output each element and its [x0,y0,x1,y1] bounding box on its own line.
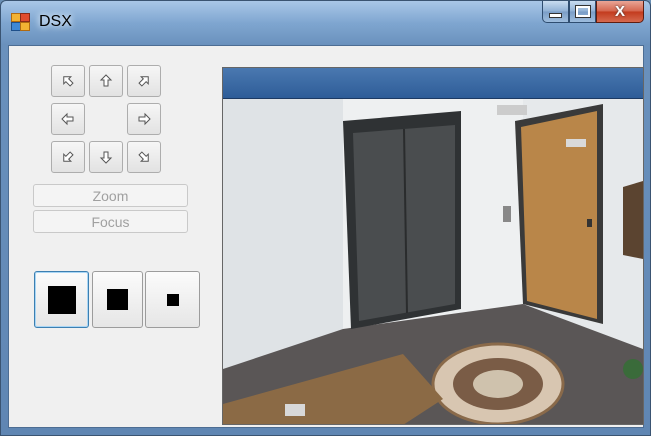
ptz-pad [51,65,169,175]
tilt-up-button[interactable] [89,65,123,97]
pan-down-left-button[interactable] [51,141,85,173]
arrow-up-left-icon [63,76,74,87]
camera-header-bar [223,68,643,99]
zoom-button[interactable]: Zoom [33,184,188,207]
arrow-up-icon [99,74,113,87]
app-icon[interactable] [11,13,31,31]
arrow-left-icon [61,112,74,126]
tilt-down-button[interactable] [89,141,123,173]
pan-up-right-button[interactable] [127,65,161,97]
pan-right-button[interactable] [127,103,161,135]
maximize-icon [574,5,591,18]
pan-left-button[interactable] [51,103,85,135]
arrow-right-icon [138,112,151,126]
minimize-icon [549,13,562,18]
medium-square-icon [107,289,128,310]
client-area: Zoom Focus [8,45,644,428]
arrow-down-icon [99,151,113,164]
maximize-button[interactable] [569,1,596,23]
focus-button[interactable]: Focus [33,210,188,233]
arrow-down-right-icon [138,151,149,162]
arrow-down-left-icon [63,151,74,162]
minimize-button[interactable] [542,1,569,23]
app-window: DSX X Zoom Focus [0,0,651,436]
camera-view[interactable] [222,67,644,425]
small-square-icon [166,293,179,306]
large-square-icon [47,285,76,314]
pan-down-right-button[interactable] [127,141,161,173]
large-view-button[interactable] [34,271,89,328]
arrow-up-right-icon [138,76,149,87]
medium-view-button[interactable] [92,271,143,328]
close-icon: X [614,3,625,20]
small-view-button[interactable] [145,271,200,328]
title-bar[interactable]: DSX X [1,1,650,45]
close-button[interactable]: X [596,1,644,23]
pan-up-left-button[interactable] [51,65,85,97]
camera-feed-image [223,99,643,424]
window-title: DSX [39,13,72,30]
caption-buttons: X [542,1,644,25]
